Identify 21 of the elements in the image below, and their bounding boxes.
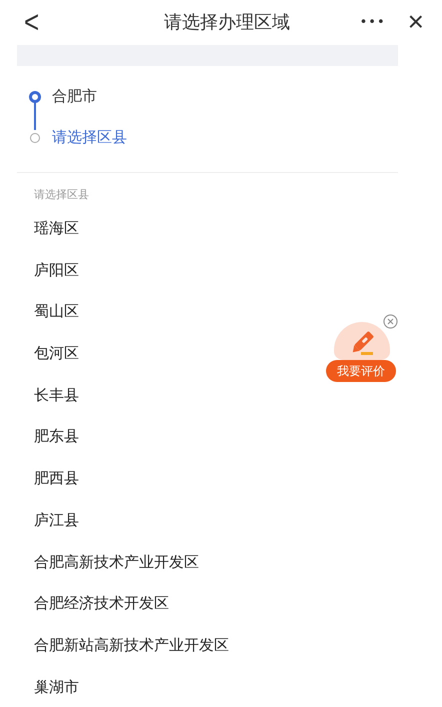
district-item[interactable]: 肥东县 — [34, 427, 79, 446]
district-item[interactable]: 蜀山区 — [34, 302, 79, 320]
district-item[interactable]: 庐阳区 — [34, 260, 79, 279]
step-label[interactable]: 合肥市 — [52, 87, 97, 106]
close-button[interactable]: × — [408, 6, 424, 38]
close-icon[interactable] — [383, 314, 398, 329]
section-heading: 请选择区县 — [33, 187, 90, 203]
district-item[interactable]: 长丰县 — [34, 386, 79, 404]
district-item[interactable]: 瑶海区 — [34, 219, 79, 237]
district-item[interactable]: 合肥新站高新技术产业开发区 — [34, 636, 229, 654]
district-item[interactable]: 庐江县 — [34, 510, 79, 529]
district-item[interactable]: 肥西县 — [34, 469, 79, 488]
district-item[interactable]: 合肥经济技术开发区 — [34, 594, 169, 612]
back-button[interactable]: < — [24, 3, 54, 41]
district-item[interactable]: 包河区 — [34, 344, 79, 362]
district-item[interactable]: 合肥高新技术产业开发区 — [34, 552, 199, 570]
feedback-badge-background[interactable] — [334, 322, 390, 360]
more-button[interactable]: ••• — [360, 14, 386, 30]
page-title: 请选择办理区域 — [162, 11, 291, 34]
step-label[interactable]: 请选择区县 — [52, 128, 127, 147]
district-item[interactable]: 巢湖市 — [34, 678, 79, 696]
